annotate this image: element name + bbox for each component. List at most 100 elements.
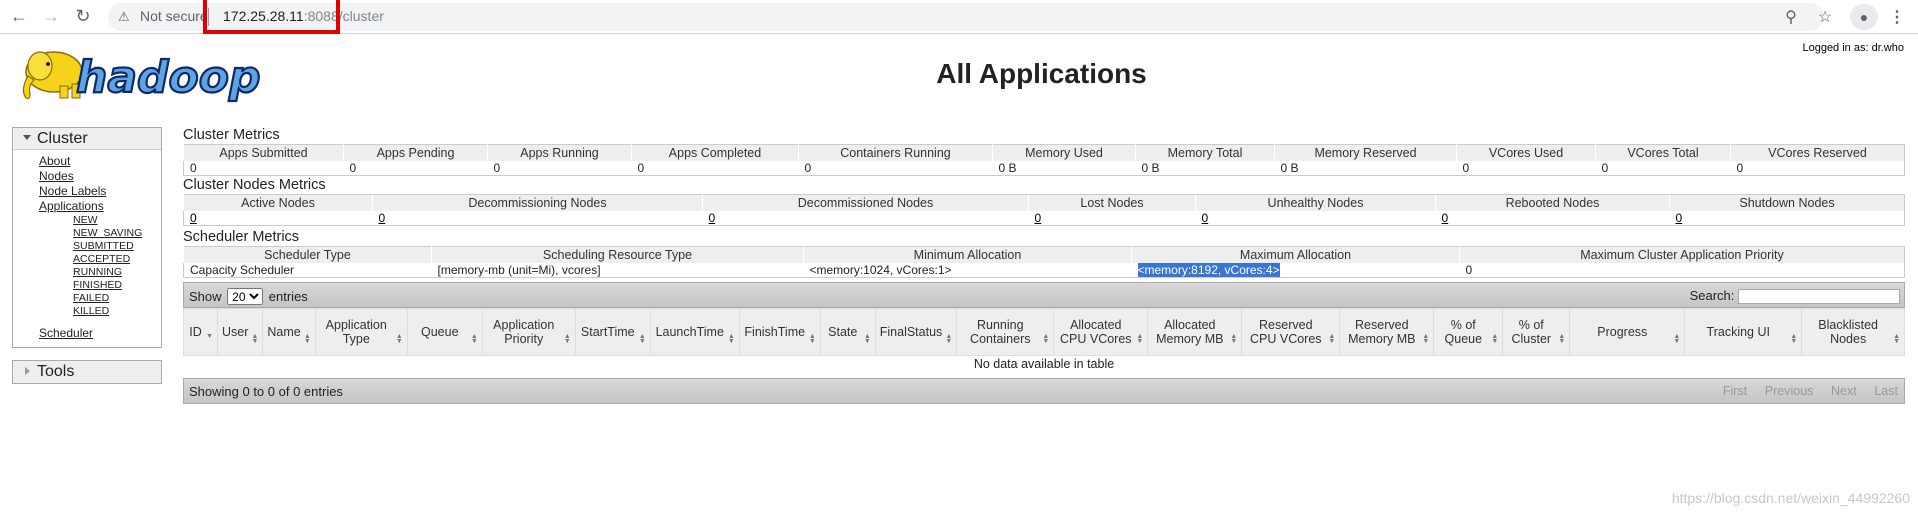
metric-header: Apps Pending [343,144,488,161]
app-state-new-saving[interactable]: NEW_SAVING [39,227,161,240]
app-state-running[interactable]: RUNNING [39,266,161,279]
cluster-panel: Cluster About Nodes Node Labels Applicat… [12,127,162,348]
column-header-launchtime[interactable]: LaunchTime ▲ ▼ [649,308,740,356]
sort-icon: ▲ ▼ [1491,333,1499,345]
sort-icon: ▲ ▼ [303,333,311,345]
sort-icon: ▼ [206,333,213,340]
app-state-accepted[interactable]: ACCEPTED [39,253,161,266]
column-header-label: Reserved Memory MB [1348,318,1416,346]
max-allocation-value: <memory:8192, vCores:4> [1137,262,1280,277]
column-header-tracking-ui[interactable]: Tracking UI ▲ ▼ [1684,308,1803,356]
browser-toolbar: ← → ↻ ⚠ Not secure 172.25.28.11:8088/clu… [0,0,1918,34]
metric-header: Apps Running [487,144,632,161]
cluster-metrics-table: Apps Submitted Apps Pending Apps Running… [183,144,1905,176]
app-state-finished[interactable]: FINISHED [39,279,161,292]
column-header-label: % of Cluster [1511,318,1552,346]
column-header-allocated-cpu-vcores[interactable]: Allocated CPU VCores ▲ ▼ [1053,308,1149,356]
node-metric-header: Active Nodes [183,194,373,211]
pagination: First Previous Next Last [1709,383,1898,398]
column-header-of-queue[interactable]: % of Queue ▲ ▼ [1433,308,1504,356]
column-header-label: Progress [1597,325,1648,339]
column-header-label: Running Containers [970,318,1031,346]
security-label: Not secure [140,8,208,24]
column-header-label: Reserved CPU VCores [1250,318,1322,346]
column-header-finalstatus[interactable]: FinalStatus ▲ ▼ [874,308,958,356]
column-header-label: Application Type [325,318,387,346]
column-header-reserved-memory-mb[interactable]: Reserved Memory MB ▲ ▼ [1339,308,1435,356]
pager-next[interactable]: Next [1831,384,1857,398]
column-header-finishtime[interactable]: FinishTime ▲ ▼ [738,308,821,356]
pager-first[interactable]: First [1723,384,1747,398]
entries-label: entries [268,289,308,304]
app-state-failed[interactable]: FAILED [39,292,161,305]
column-header-label: Tracking UI [1706,325,1770,339]
rebooted-nodes-link[interactable]: 0 [1442,211,1449,225]
app-state-new[interactable]: NEW [39,214,161,227]
forward-icon[interactable]: → [38,3,64,29]
column-header-state[interactable]: State ▲ ▼ [819,308,876,356]
metric-value: 0 [1462,160,1470,175]
column-header-application-priority[interactable]: Application Priority ▲ ▼ [481,308,576,356]
app-state-killed[interactable]: KILLED [39,305,161,318]
expand-triangle-icon [25,367,30,375]
cluster-header[interactable]: Cluster [13,128,161,150]
decommissioning-nodes-link[interactable]: 0 [379,211,386,225]
node-metric-header: Decommissioned Nodes [702,194,1029,211]
column-header-reserved-cpu-vcores[interactable]: Reserved CPU VCores ▲ ▼ [1241,308,1341,356]
table-footer: Showing 0 to 0 of 0 entries First Previo… [183,377,1905,404]
nav-link-nodes[interactable]: Nodes [39,169,161,184]
address-bar[interactable]: ⚠ Not secure 172.25.28.11:8088/cluster [108,3,1824,31]
column-header-name[interactable]: Name ▲ ▼ [262,308,316,356]
scheduler-header: Scheduling Resource Type [431,246,804,263]
column-header-blacklisted-nodes[interactable]: Blacklisted Nodes ▲ ▼ [1801,308,1905,356]
metric-header: Containers Running [798,144,993,161]
nav-link-node-labels[interactable]: Node Labels [39,184,161,199]
reload-icon[interactable]: ↻ [70,3,96,29]
column-header-label: Allocated CPU VCores [1060,318,1132,346]
column-header-application-type[interactable]: Application Type ▲ ▼ [314,308,408,356]
column-header-starttime[interactable]: StartTime ▲ ▼ [574,308,651,356]
scheduler-metrics-table: Scheduler Type Scheduling Resource Type … [183,246,1905,278]
active-nodes-link[interactable]: 0 [190,211,197,225]
tools-header[interactable]: Tools [13,361,161,383]
sort-icon: ▲ ▼ [251,333,259,345]
page-title: All Applications [936,58,1147,89]
column-header-user[interactable]: User ▲ ▼ [216,308,264,356]
unhealthy-nodes-link[interactable]: 0 [1202,211,1209,225]
column-header-label: FinishTime [744,325,806,339]
bookmark-star-icon[interactable]: ☆ [1812,4,1838,30]
shutdown-nodes-link[interactable]: 0 [1676,211,1683,225]
metric-value: 0 B [1280,160,1299,175]
metric-value: 0 [804,160,812,175]
decommissioned-nodes-link[interactable]: 0 [709,211,716,225]
sort-icon: ▲ ▼ [563,333,571,345]
metric-value: 0 B [1141,160,1160,175]
node-metric-header: Unhealthy Nodes [1195,194,1436,211]
back-icon[interactable]: ← [6,3,32,29]
search-input[interactable] [1738,289,1900,305]
column-header-allocated-memory-mb[interactable]: Allocated Memory MB ▲ ▼ [1147,308,1243,356]
column-header-label: % of Queue [1444,318,1483,346]
metric-header: Memory Reserved [1274,144,1457,161]
zoom-icon[interactable]: ⚲ [1778,4,1804,30]
scheduler-header: Maximum Allocation [1131,246,1460,263]
nav-link-about[interactable]: About [39,154,161,169]
column-header-of-cluster[interactable]: % of Cluster ▲ ▼ [1502,308,1571,356]
menu-icon[interactable]: ⋮ [1884,4,1910,30]
app-state-submitted[interactable]: SUBMITTED [39,240,161,253]
column-header-label: User [222,325,249,339]
column-header-running-containers[interactable]: Running Containers ▲ ▼ [956,308,1055,356]
pager-last[interactable]: Last [1874,384,1898,398]
nav-link-scheduler[interactable]: Scheduler [39,326,161,341]
column-header-label: State [828,325,858,339]
column-header-progress[interactable]: Progress ▲ ▼ [1569,308,1686,356]
page-size-select[interactable]: 20 [227,288,264,305]
pager-previous[interactable]: Previous [1765,384,1814,398]
lost-nodes-link[interactable]: 0 [1035,211,1042,225]
nav-link-applications[interactable]: Applications [39,199,161,214]
column-header-queue[interactable]: Queue ▲ ▼ [406,308,483,356]
applications-table: ID ▼ User ▲ ▼ Name ▲ ▼ Application Type ▲ ▼ Queue ▲ ▼… [183,308,1905,372]
profile-icon[interactable]: ● [1850,4,1878,30]
main-content: Cluster Metrics Apps Submitted Apps Pend… [183,126,1905,404]
column-header-id[interactable]: ID ▼ [183,308,218,356]
